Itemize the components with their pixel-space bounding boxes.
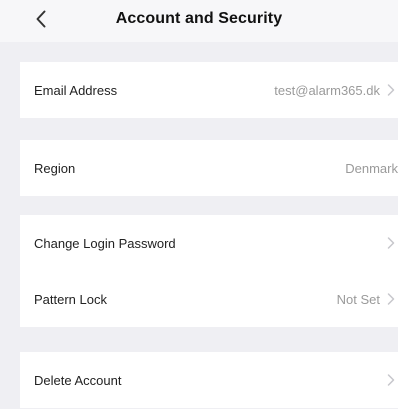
email-address-label: Email Address (34, 82, 118, 98)
pattern-lock-row[interactable]: Pattern Lock Not Set (20, 271, 398, 327)
delete-section: Delete Account (20, 352, 398, 408)
chevron-right-icon (386, 83, 396, 97)
change-login-password-label: Change Login Password (34, 235, 176, 251)
email-section: Email Address test@alarm365.dk (20, 62, 398, 118)
chevron-right-icon (386, 292, 396, 306)
pattern-lock-value: Not Set (336, 291, 380, 307)
pattern-lock-label: Pattern Lock (34, 291, 107, 307)
region-label: Region (34, 160, 76, 176)
region-value: Denmark (345, 160, 398, 176)
chevron-right-icon (386, 236, 396, 250)
navigation-bar: Account and Security (0, 0, 398, 42)
region-section: Region Denmark (20, 140, 398, 196)
delete-account-label: Delete Account (34, 372, 122, 388)
region-row[interactable]: Region Denmark (20, 140, 398, 196)
email-address-row[interactable]: Email Address test@alarm365.dk (20, 62, 398, 118)
chevron-right-icon (386, 373, 396, 387)
email-address-value: test@alarm365.dk (274, 82, 380, 98)
delete-account-row[interactable]: Delete Account (20, 352, 398, 408)
security-section: Change Login Password Pattern Lock Not S… (20, 215, 398, 327)
page-title: Account and Security (115, 10, 283, 27)
change-login-password-row[interactable]: Change Login Password (20, 215, 398, 271)
